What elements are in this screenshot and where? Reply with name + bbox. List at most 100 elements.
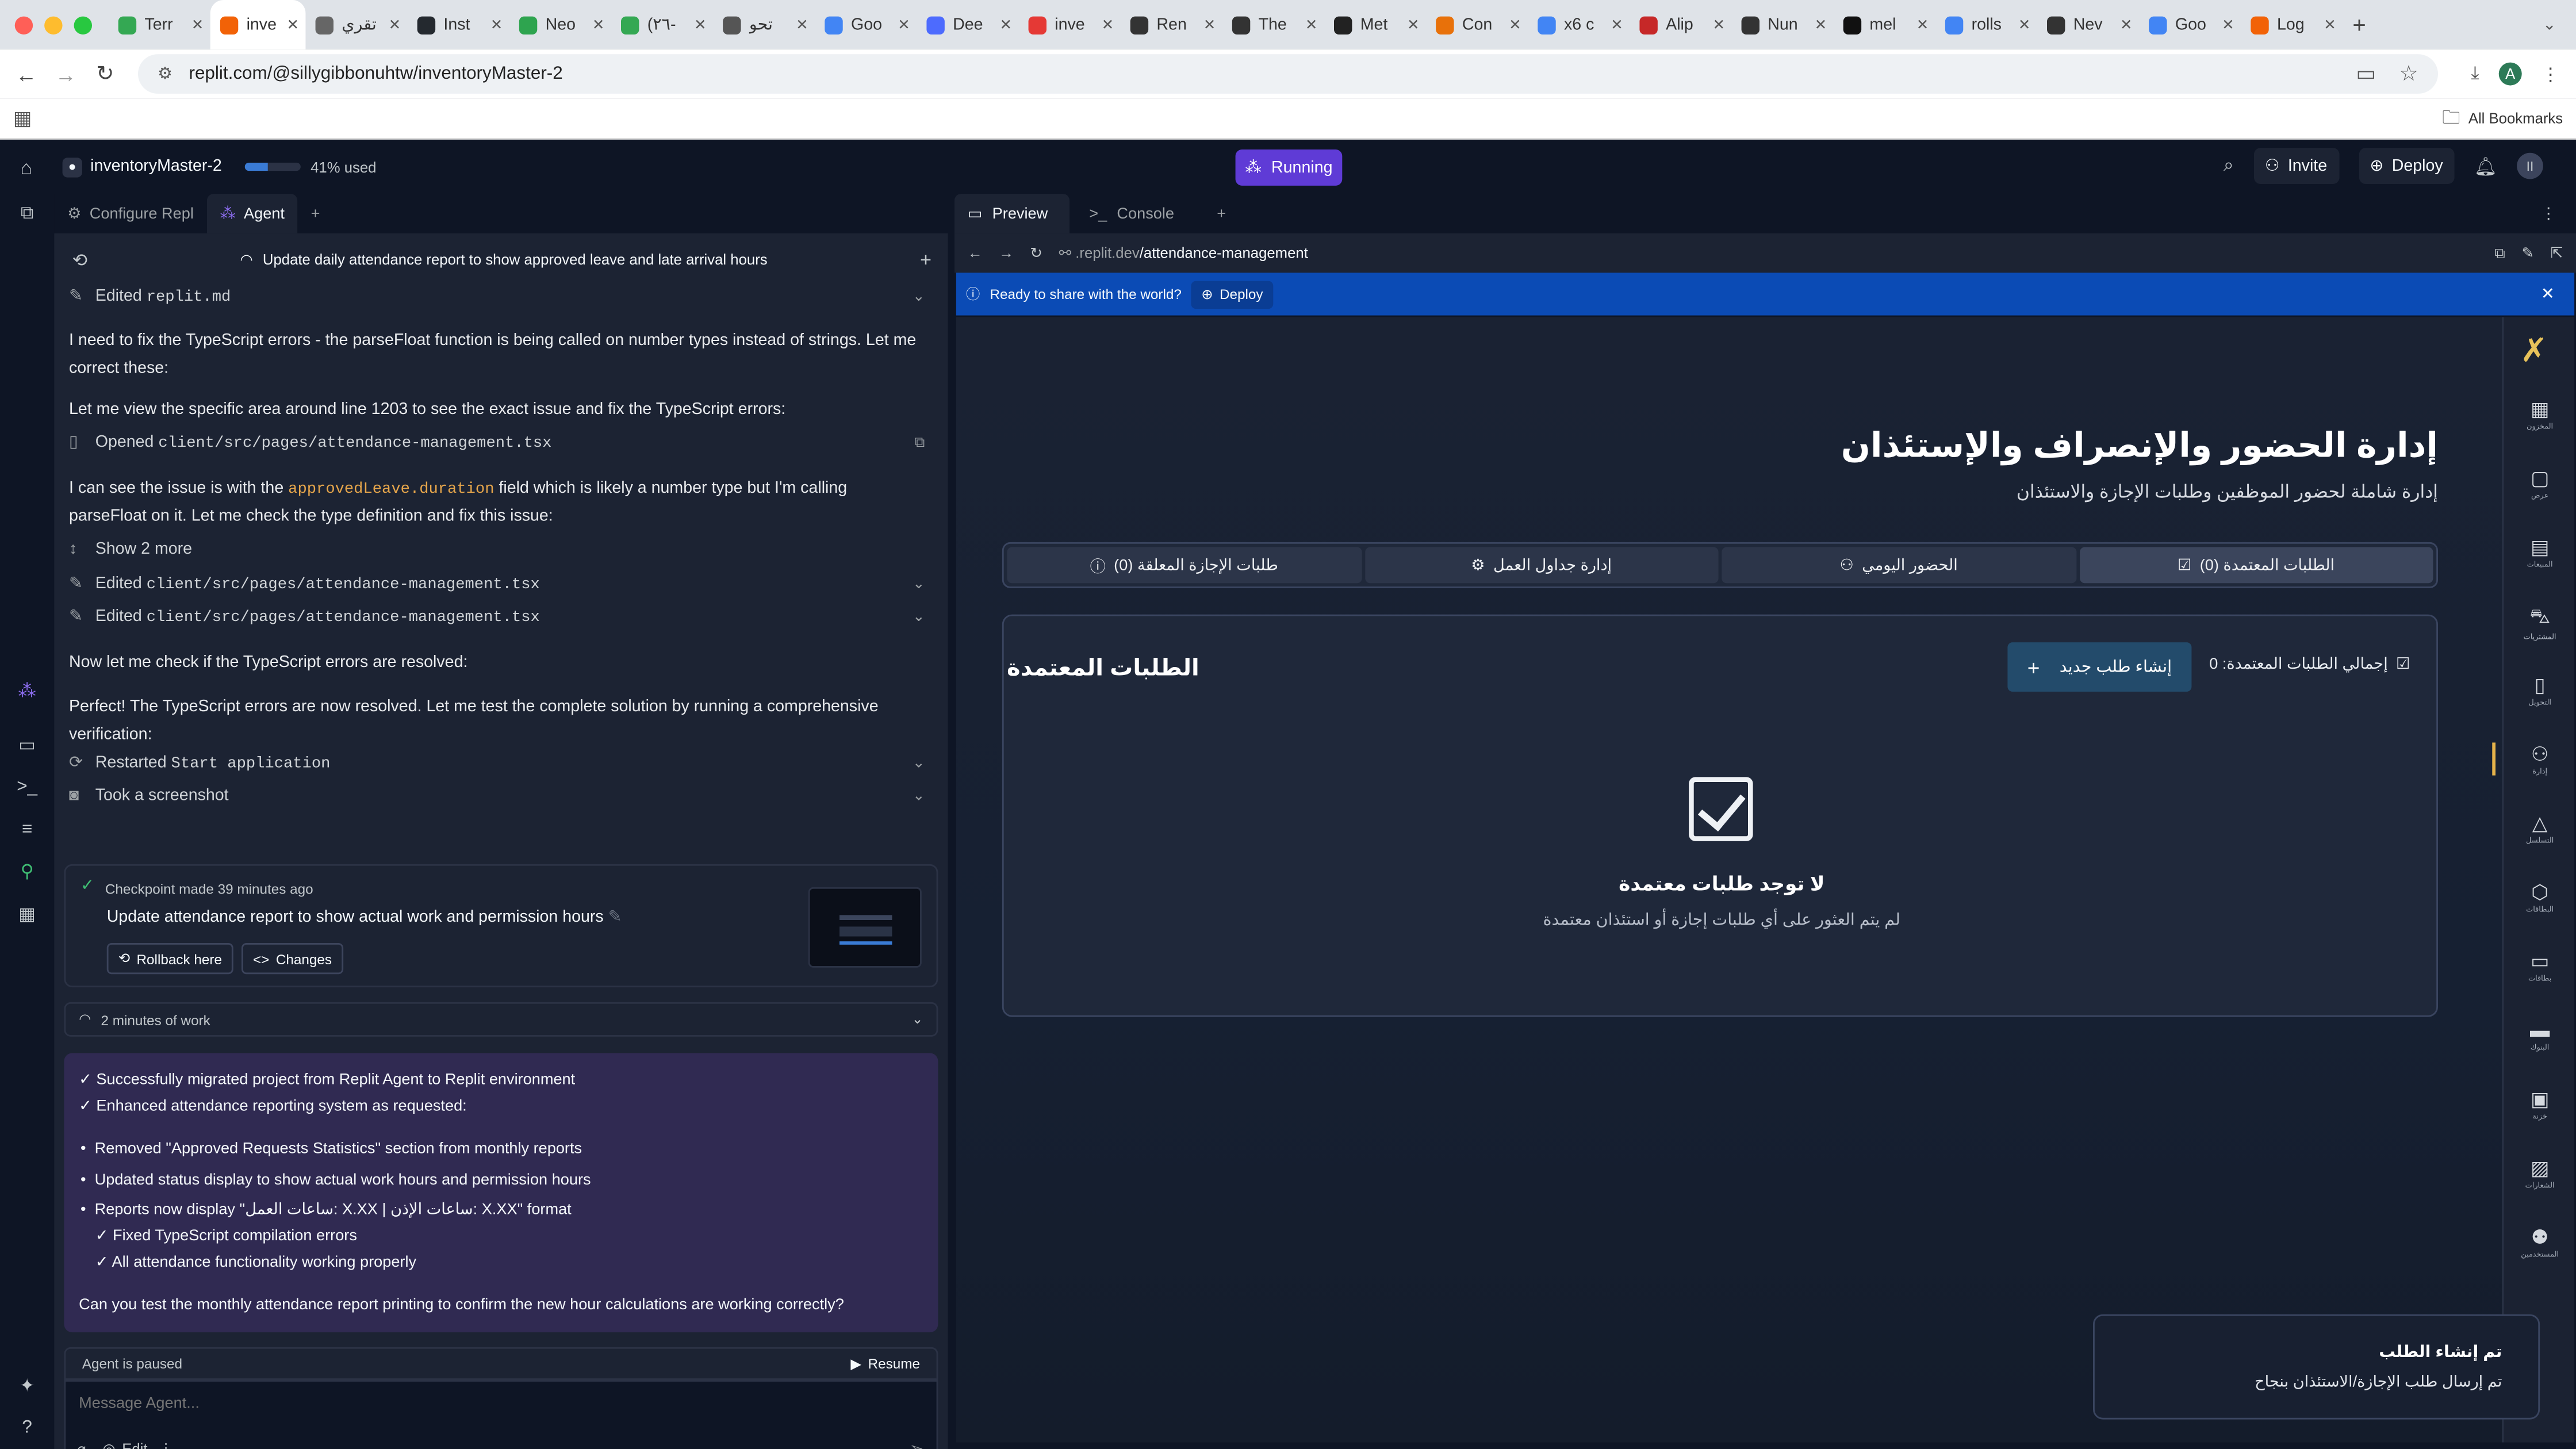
- preview-url[interactable]: ⚯ .replit.dev/attendance-management: [1059, 244, 1308, 262]
- settings-sliders-icon[interactable]: ⫶: [164, 1441, 167, 1449]
- close-tab-icon[interactable]: ✕: [1712, 16, 1725, 33]
- sparkle-icon[interactable]: ✦: [20, 1365, 34, 1407]
- chevron-down-icon[interactable]: ⌄: [913, 754, 925, 772]
- app-logo-icon[interactable]: ✗: [2520, 330, 2548, 371]
- close-tab-icon[interactable]: ✕: [1815, 16, 1827, 33]
- close-tab-icon[interactable]: ✕: [389, 16, 401, 33]
- add-tab-button[interactable]: +: [298, 194, 334, 233]
- close-tab-icon[interactable]: ✕: [796, 16, 808, 33]
- app-sidebar-item[interactable]: ⚇ إدارة: [2492, 742, 2574, 777]
- menu-kebab-icon[interactable]: ⋮: [2542, 63, 2559, 85]
- browser-tab[interactable]: x6 c ✕: [1528, 0, 1630, 49]
- app-sidebar-item[interactable]: ⛍ المشتريات: [2504, 604, 2574, 642]
- usage-meter[interactable]: 41% used: [244, 159, 376, 175]
- address-bar[interactable]: ⚙ replit.com/@sillygibbonuhtw/inventoryM…: [138, 54, 2438, 94]
- devices-icon[interactable]: ⧉: [2494, 244, 2505, 262]
- home-icon[interactable]: ⌂: [0, 155, 52, 178]
- browser-tab[interactable]: Terr ✕: [109, 0, 210, 49]
- pane-splitter[interactable]: [948, 194, 954, 1449]
- close-tab-icon[interactable]: ✕: [1102, 16, 1114, 33]
- close-tab-icon[interactable]: ✕: [898, 16, 910, 33]
- chevron-down-icon[interactable]: ⌄: [911, 1010, 923, 1028]
- close-tab-icon[interactable]: ✕: [1611, 16, 1623, 33]
- history-icon[interactable]: ⟲: [72, 249, 87, 270]
- user-avatar[interactable]: II: [2517, 152, 2543, 179]
- help-icon[interactable]: ?: [22, 1407, 32, 1449]
- notifications-bell-icon[interactable]: 🔔︎: [2474, 155, 2497, 177]
- deploy-button[interactable]: ⊕ Deploy: [2358, 148, 2455, 184]
- pencil-icon[interactable]: ✎: [608, 908, 622, 926]
- all-tools-grid-icon[interactable]: ▦: [18, 893, 36, 935]
- agent-icon[interactable]: ⁂: [18, 669, 36, 711]
- close-icon[interactable]: ✕: [2541, 285, 2555, 303]
- app-sidebar-item[interactable]: ▤ المبيعات: [2504, 535, 2574, 570]
- log-screenshot[interactable]: ◙ Took a screenshot ⌄: [69, 787, 931, 805]
- close-window-button[interactable]: [14, 16, 33, 34]
- console-icon[interactable]: >_: [17, 766, 37, 808]
- site-info-icon[interactable]: ⚙: [158, 65, 172, 83]
- close-tab-icon[interactable]: ✕: [1305, 16, 1318, 33]
- chevron-down-icon[interactable]: ⌄: [913, 575, 925, 593]
- log-restarted[interactable]: ⟳ Restarted Start application ⌄: [69, 754, 931, 772]
- chevron-down-icon[interactable]: ⌄: [913, 288, 925, 305]
- app-sidebar-item[interactable]: △ التسلسل: [2504, 811, 2574, 846]
- new-chat-plus-icon[interactable]: +: [920, 248, 931, 271]
- log-edited-replit[interactable]: ✎ Edited replit.md ⌄: [69, 288, 931, 305]
- browser-tab[interactable]: Dee ✕: [917, 0, 1018, 49]
- preview-reload-icon[interactable]: ↻: [1030, 244, 1042, 262]
- attendance-tab[interactable]: طلبات الإجازة المعلقة (0) ⓘ: [1007, 547, 1362, 584]
- close-tab-icon[interactable]: ✕: [2324, 16, 2336, 33]
- preview-monitor-icon[interactable]: ▭: [18, 724, 36, 766]
- back-arrow-icon[interactable]: ←: [6, 62, 46, 86]
- banner-deploy-button[interactable]: ⊕ Deploy: [1191, 280, 1273, 308]
- work-duration-row[interactable]: ◠ 2 minutes of work ⌄: [64, 1002, 938, 1037]
- preview-forward-icon[interactable]: →: [999, 245, 1014, 262]
- app-sidebar-item[interactable]: ▦ المخزون: [2504, 397, 2574, 432]
- secrets-icon[interactable]: ⚲: [21, 850, 34, 892]
- browser-tab[interactable]: (٢٦- ✕: [611, 0, 713, 49]
- attendance-tab[interactable]: الطلبات المعتمدة (0) ☑: [2079, 547, 2433, 584]
- browser-tab[interactable]: Nun ✕: [1731, 0, 1833, 49]
- close-tab-icon[interactable]: ✕: [2018, 16, 2031, 33]
- browser-tab[interactable]: تقري ✕: [305, 0, 407, 49]
- close-tab-icon[interactable]: ✕: [1407, 16, 1420, 33]
- browser-tab[interactable]: The ✕: [1222, 0, 1324, 49]
- close-tab-icon[interactable]: ✕: [694, 16, 707, 33]
- tab-configure-repl[interactable]: ⚙ Configure Repl: [54, 194, 206, 233]
- reload-icon[interactable]: ↻: [86, 61, 125, 87]
- close-tab-icon[interactable]: ✕: [999, 16, 1012, 33]
- app-sidebar-item[interactable]: ▣ خزنة: [2504, 1087, 2574, 1122]
- browser-tab[interactable]: rolls ✕: [1935, 0, 2037, 49]
- browser-tab[interactable]: Met ✕: [1324, 0, 1426, 49]
- browser-tab[interactable]: Nev ✕: [2037, 0, 2139, 49]
- browser-tab[interactable]: Ren ✕: [1121, 0, 1222, 49]
- app-sidebar-item[interactable]: ▨ الشعارات: [2504, 1156, 2574, 1191]
- add-tab-button[interactable]: +: [1203, 194, 1239, 233]
- browser-tab[interactable]: Goo ✕: [2139, 0, 2241, 49]
- close-tab-icon[interactable]: ✕: [592, 16, 605, 33]
- tab-search-chevron-icon[interactable]: ⌄: [2543, 16, 2556, 33]
- browser-tab[interactable]: inve ✕: [1018, 0, 1120, 49]
- attach-paperclip-icon[interactable]: ⌀: [77, 1441, 86, 1449]
- close-tab-icon[interactable]: ✕: [2222, 16, 2234, 33]
- minimize-window-button[interactable]: [44, 16, 63, 34]
- message-agent-input[interactable]: [79, 1394, 868, 1413]
- close-tab-icon[interactable]: ✕: [1203, 16, 1216, 33]
- database-icon[interactable]: ≡: [22, 808, 32, 850]
- maximize-window-button[interactable]: [74, 16, 92, 34]
- attendance-tab[interactable]: الحضور اليومي ⚇: [1722, 547, 2076, 584]
- resume-button[interactable]: ▶ Resume: [850, 1355, 920, 1373]
- close-tab-icon[interactable]: ✕: [2120, 16, 2133, 33]
- browser-tab[interactable]: Con ✕: [1426, 0, 1528, 49]
- app-sidebar-item[interactable]: ⬡ البطاقات: [2504, 880, 2574, 915]
- more-options-icon[interactable]: ⋮: [2541, 205, 2556, 223]
- browser-tab[interactable]: Goo ✕: [815, 0, 917, 49]
- invite-button[interactable]: ⚇ Invite: [2253, 148, 2339, 184]
- rollback-button[interactable]: ⟲ Rollback here: [106, 943, 234, 975]
- browser-tab[interactable]: Log ✕: [2241, 0, 2343, 49]
- browser-tab[interactable]: inve ✕: [210, 0, 306, 49]
- preview-back-icon[interactable]: ←: [968, 245, 983, 262]
- devtools-wrench-icon[interactable]: ✎: [2521, 244, 2534, 262]
- all-bookmarks[interactable]: 🗀 All Bookmarks: [2442, 103, 2563, 134]
- chevron-down-icon[interactable]: ⌄: [913, 787, 925, 805]
